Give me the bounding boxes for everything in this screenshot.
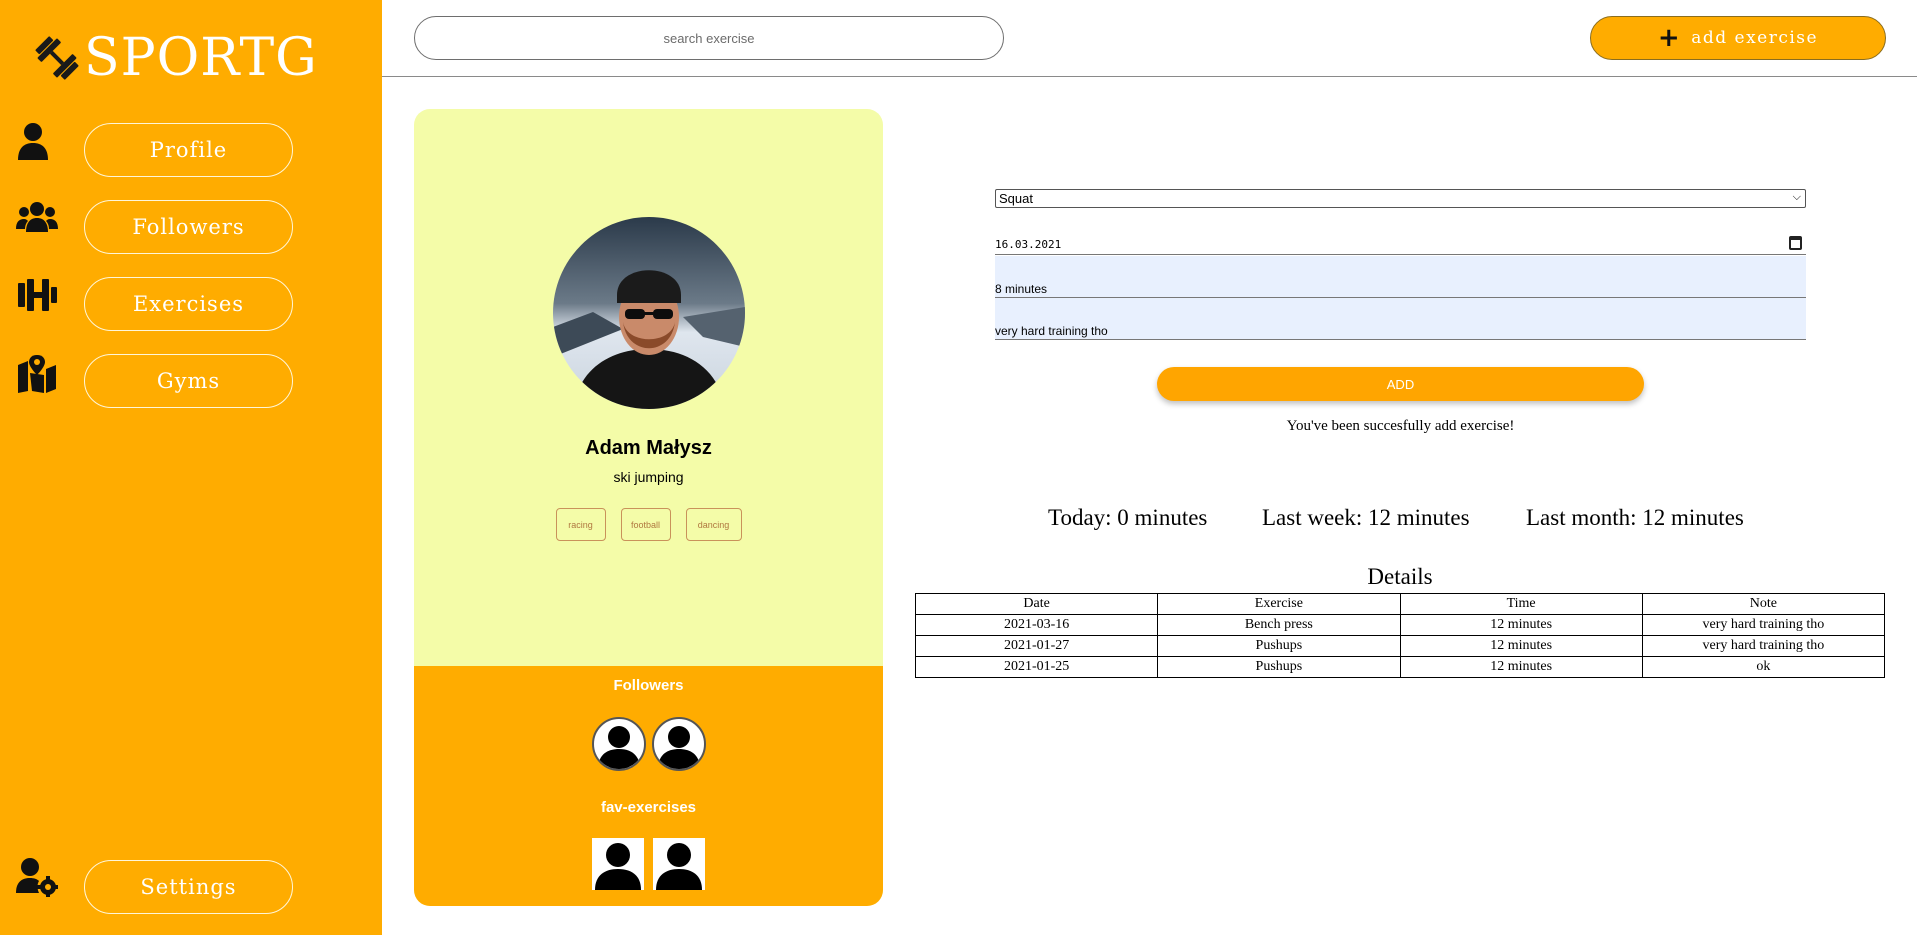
user-icon [657,726,700,769]
date-value: 16.03.2021 [995,237,1062,251]
fav-exercise-list [414,838,883,890]
table-cell: 2021-03-16 [914,614,1159,636]
logo-text: SPORTG [84,28,318,88]
fav-exercise-item[interactable] [653,838,705,890]
profile-card: Adam Małysz ski jumping racing football … [414,109,883,906]
table-cell: 12 minutes [1399,614,1643,636]
stat-last-week: Last week: 12 minutes [1262,505,1470,530]
tag-dancing[interactable]: dancing [685,508,742,541]
fav-exercises-title: fav-exercises [600,799,697,816]
table-row: 2021-01-25 Pushups 12 minutes ok [914,656,1886,678]
table-cell: ok [1641,656,1886,678]
profile-card-footer: Followers fav-exercises [414,666,883,906]
stat-last-month: Last month: 12 minutes [1526,505,1744,530]
top-bar: + add exercise [382,0,1917,77]
sidebar-item-exercises[interactable]: Exercises [84,277,293,331]
user-icon [595,843,641,890]
table-cell: very hard training tho [1641,614,1886,636]
user-gear-icon [16,858,58,897]
users-icon [16,202,58,232]
sidebar-item-profile[interactable]: Profile [84,123,293,177]
note-value: very hard training tho [995,324,1108,338]
chevron-down-icon: ⌵ [1792,191,1801,203]
table-cell: 12 minutes [1399,635,1643,657]
column-header: Time [1399,593,1643,615]
table-cell: 12 minutes [1399,656,1643,678]
search-input[interactable] [414,16,1004,60]
sidebar-item-followers[interactable]: Followers [84,200,293,254]
avatar [553,217,745,409]
table-row: 2021-03-16 Bench press 12 minutes very h… [914,614,1886,636]
sidebar-item-gyms[interactable]: Gyms [84,354,293,408]
dumbbell-icon [35,36,79,80]
sidebar: SPORTG Profile Followers Exercises Gyms [0,0,382,935]
stat-today: Today: 0 minutes [1048,505,1208,530]
add-exercise-label: add exercise [1691,28,1819,48]
user-icon [656,843,702,890]
tag-football[interactable]: football [620,508,671,541]
column-header: Exercise [1157,593,1401,615]
details-table: Date Exercise Time Note 2021-03-16 Bench… [914,593,1886,678]
time-input[interactable]: 8 minutes [995,256,1806,298]
followers-title: Followers [613,677,684,694]
follower-avatar[interactable] [591,717,646,771]
column-header: Date [914,593,1159,615]
profile-sport: ski jumping [613,469,684,485]
table-header-row: Date Exercise Time Note [914,593,1886,615]
calendar-icon[interactable] [1789,236,1802,250]
profile-photo [553,217,745,409]
fav-exercise-item[interactable] [592,838,644,890]
table-cell: Bench press [1157,614,1401,636]
tag-list: racing football dancing [414,508,883,541]
profile-name: Adam Małysz [585,437,712,459]
table-cell: 2021-01-27 [914,635,1159,657]
add-exercise-button[interactable]: + add exercise [1590,16,1886,60]
dumbbell-icon [18,279,57,311]
user-icon [18,123,48,160]
exercise-select-value: Squat [999,191,1033,206]
settings-button[interactable]: Settings [84,860,293,914]
follower-list [414,717,883,771]
add-button[interactable]: ADD [1157,367,1644,401]
table-cell: 2021-01-25 [914,656,1159,678]
exercise-select[interactable]: Squat ⌵ [995,189,1806,208]
follower-avatar[interactable] [651,717,706,771]
table-cell: Pushups [1157,635,1401,657]
table-row: 2021-01-27 Pushups 12 minutes very hard … [914,635,1886,657]
details-title: Details [1367,564,1433,589]
note-input[interactable]: very hard training tho [995,298,1806,340]
success-message: You've been succesfully add exercise! [1286,418,1515,434]
plus-icon: + [1657,23,1682,53]
table-cell: Pushups [1157,656,1401,678]
tag-racing[interactable]: racing [555,508,606,541]
time-value: 8 minutes [995,282,1048,296]
table-cell: very hard training tho [1641,635,1886,657]
user-icon [597,726,640,769]
map-marker-icon [18,355,56,393]
date-input[interactable]: 16.03.2021 [995,234,1806,255]
column-header: Note [1641,593,1886,615]
logo[interactable]: SPORTG [30,28,318,88]
